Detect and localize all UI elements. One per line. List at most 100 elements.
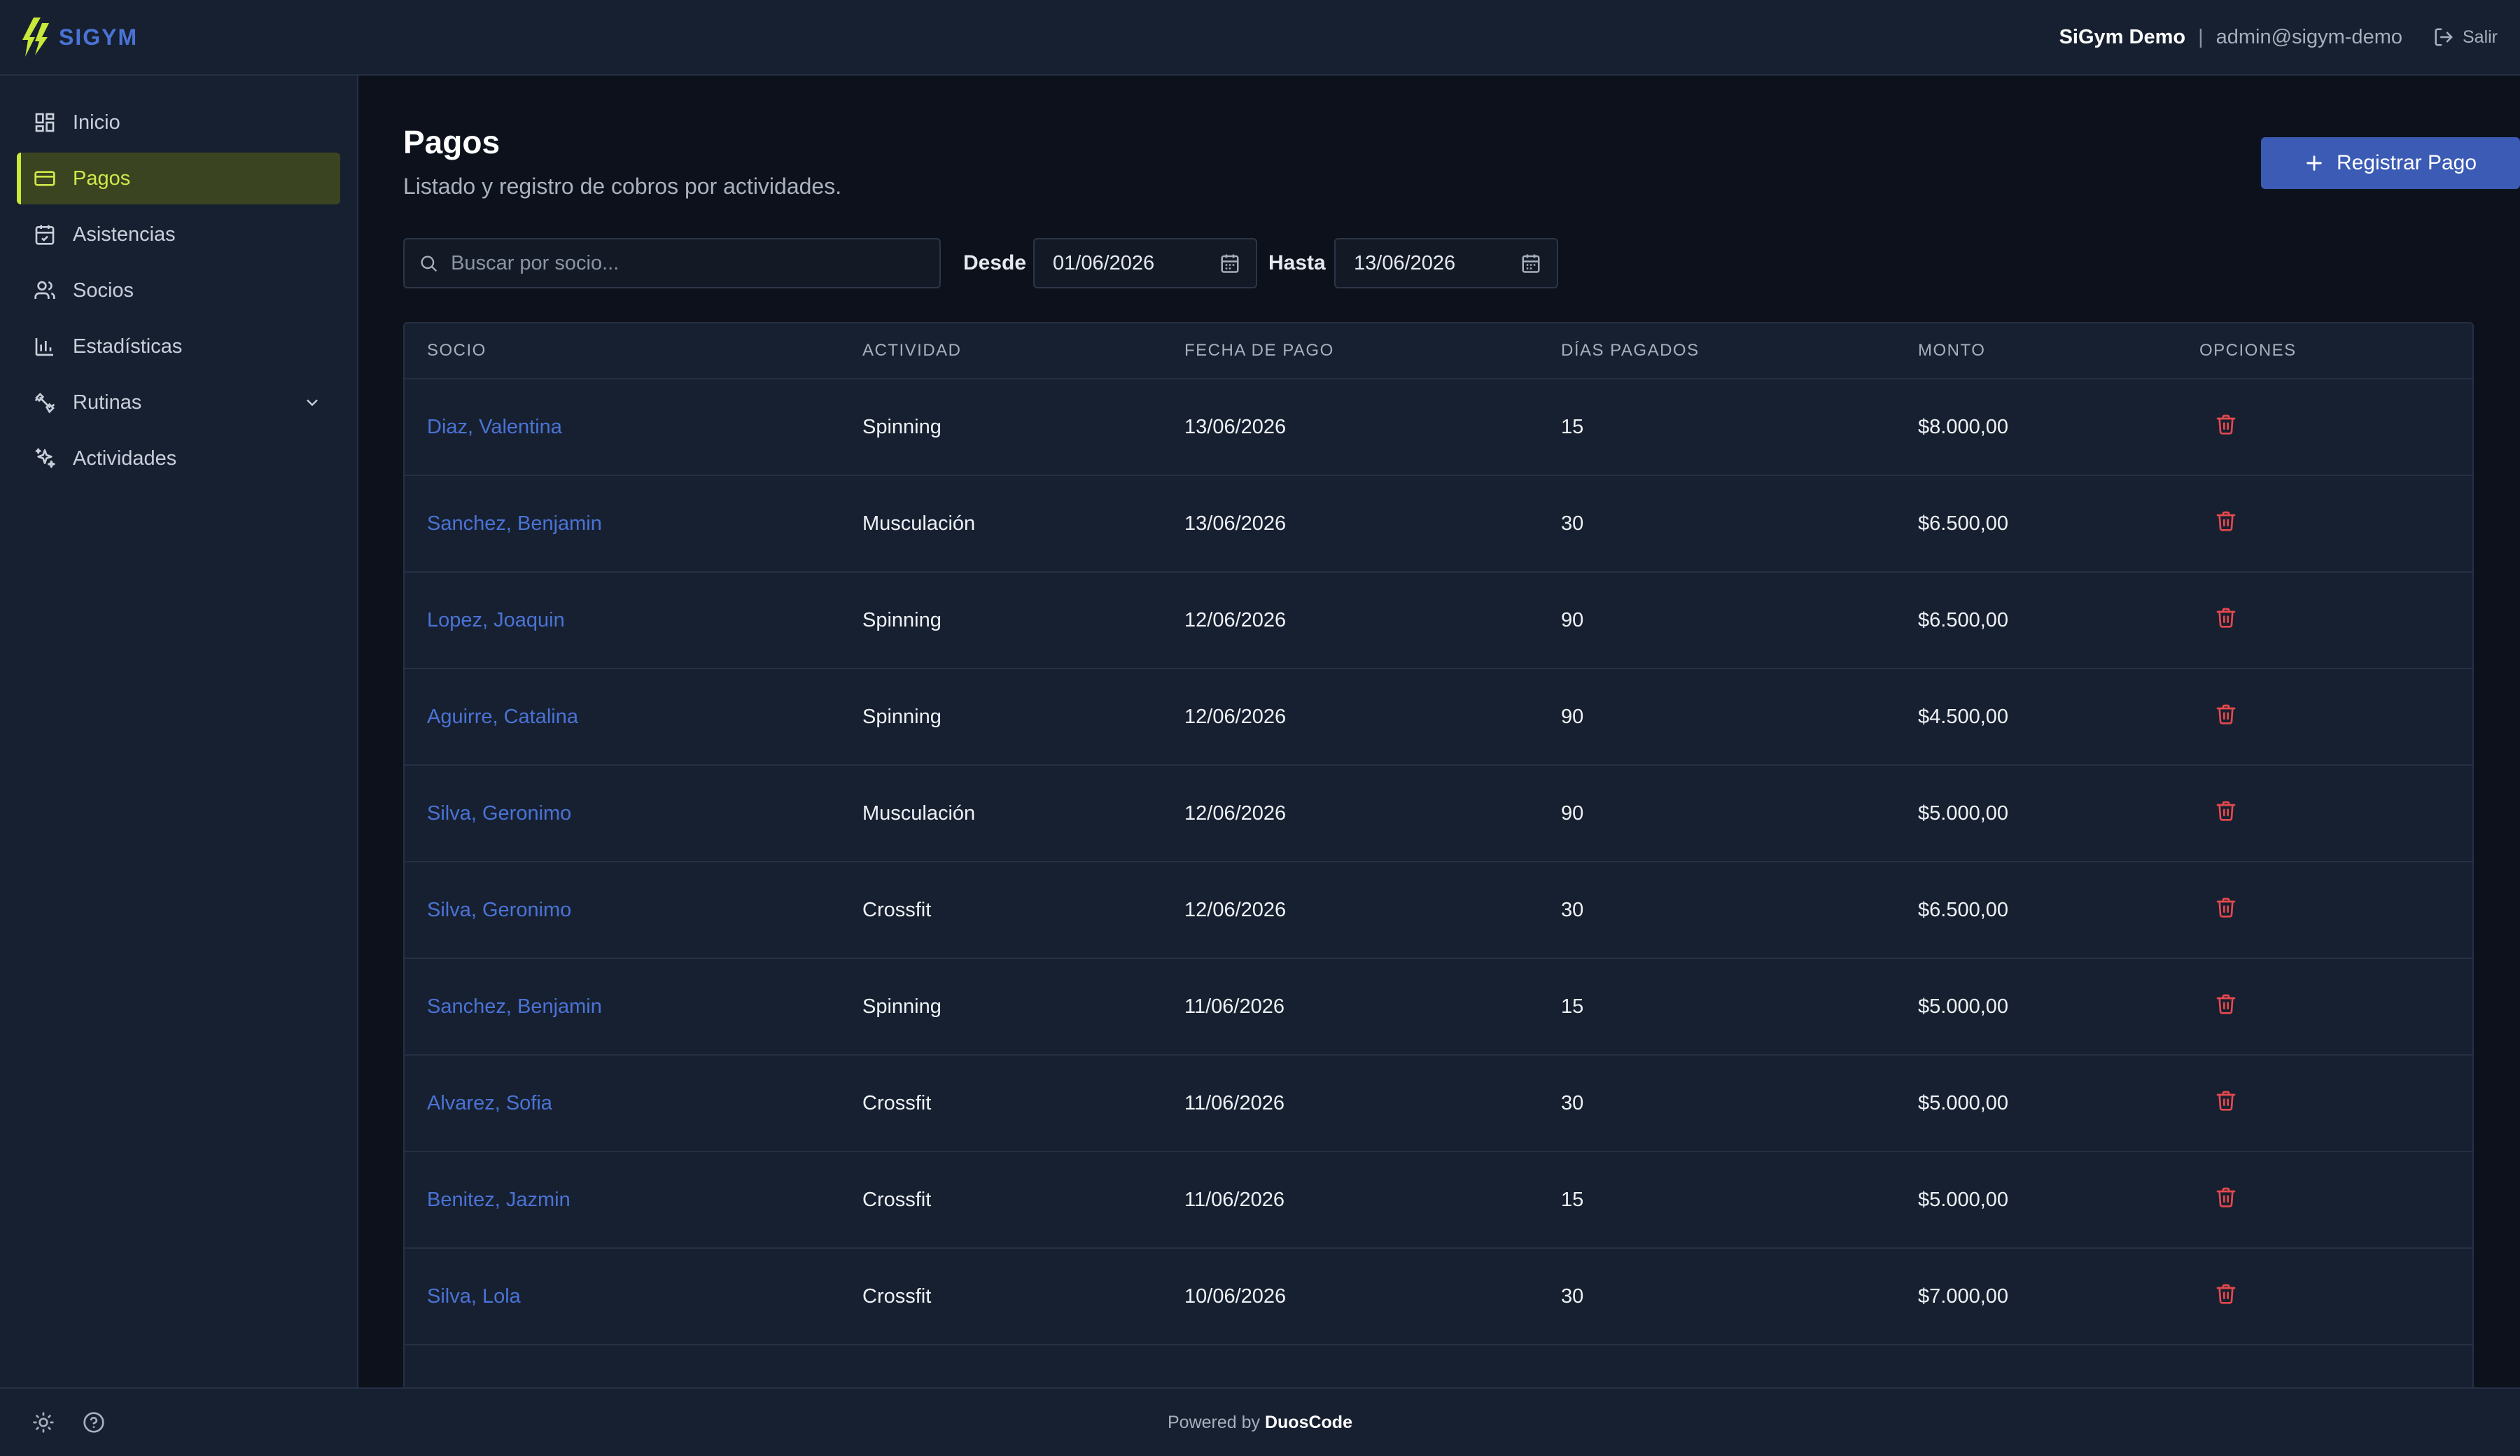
footer-actions [32, 1389, 105, 1456]
member-link[interactable]: Silva, Geronimo [427, 802, 571, 825]
sidebar-item-label: Estadísticas [73, 335, 183, 358]
sidebar-item-actividades[interactable]: Actividades [17, 433, 340, 484]
calendar-icon[interactable] [1219, 253, 1240, 274]
page-subtitle: Listado y registro de cobros por activid… [403, 174, 842, 199]
options-cell [2199, 510, 2409, 538]
sidebar-item-pagos[interactable]: Pagos [17, 153, 340, 204]
user-email: admin@sigym-demo [2216, 25, 2402, 48]
lightning-icon [22, 18, 49, 57]
sidebar-item-label: Actividades [73, 447, 177, 470]
trash-icon[interactable] [2215, 1186, 2237, 1208]
activity-cell: Crossfit [862, 898, 932, 921]
trash-icon[interactable] [2215, 1089, 2237, 1112]
table-row: Alvarez, Sofia Crossfit 11/06/2026 30 $5.000… [405, 1056, 2472, 1152]
member-link[interactable]: Sanchez, Benjamin [427, 995, 602, 1018]
days-paid-cell: 90 [1561, 705, 1584, 728]
trash-icon[interactable] [2215, 703, 2237, 725]
org-name: SiGym Demo [2059, 25, 2186, 48]
payment-date-cell: 12/06/2026 [1184, 705, 1287, 728]
chevron-down-icon[interactable] [302, 393, 322, 412]
table-row: Diaz, Valentina Spinning 13/06/2026 15 $8.00… [405, 379, 2472, 476]
activity-cell: Musculación [862, 802, 976, 825]
table-row: Lopez, Joaquin Spinning 12/06/2026 90 $6.500… [405, 573, 2472, 669]
table-row: Sanchez, Benjamin Spinning 11/06/2026 15 $5.… [405, 959, 2472, 1056]
member-link[interactable]: Benitez, Jazmin [427, 1189, 570, 1211]
trash-icon[interactable] [2215, 413, 2237, 435]
column-header-dias: Días pagados [1561, 341, 1700, 360]
logout-icon [2435, 28, 2453, 46]
member-link[interactable]: Silva, Geronimo [427, 899, 571, 921]
trash-icon[interactable] [2215, 606, 2237, 629]
member-link[interactable]: Lopez, Joaquin [427, 609, 565, 631]
trash-icon[interactable] [2215, 1282, 2237, 1305]
sidebar-item-inicio[interactable]: Inicio [17, 97, 340, 148]
amount-cell: $5.000,00 [1918, 1091, 2009, 1114]
powered-brand: DuosCode [1264, 1412, 1352, 1432]
options-cell [2199, 1186, 2409, 1214]
table-header: Socio Actividad Fecha de pago Días pagad… [405, 323, 2472, 379]
payment-date-cell: 13/06/2026 [1184, 512, 1287, 535]
sidebar-item-estadisticas[interactable]: Estadísticas [17, 321, 340, 372]
sidebar-item-label: Pagos [73, 167, 131, 190]
sidebar-item-rutinas[interactable]: Rutinas [17, 377, 340, 428]
trash-icon[interactable] [2215, 510, 2237, 532]
trash-icon[interactable] [2215, 896, 2237, 918]
table-row: Silva, Geronimo Crossfit 12/06/2026 30 $6.50… [405, 862, 2472, 959]
trash-icon[interactable] [2215, 993, 2237, 1015]
sidebar-item-label: Socios [73, 279, 134, 302]
payment-date-cell: 12/06/2026 [1184, 802, 1287, 825]
table-row: Silva, Lola Crossfit 10/06/2026 30 $7.000,00 [405, 1249, 2472, 1345]
to-date-input[interactable]: 13/06/2026 [1334, 238, 1558, 288]
plus-icon [2306, 155, 2322, 171]
from-date-value: 01/06/2026 [1053, 251, 1155, 274]
brand-logo[interactable]: SIGYM [21, 18, 138, 57]
amount-cell: $6.500,00 [1918, 512, 2009, 535]
column-header-socio: Socio [427, 341, 486, 360]
top-bar: SIGYM SiGym Demo | admin@sigym-demo Sali… [0, 0, 2520, 76]
register-payment-button[interactable]: Registrar Pago [2261, 137, 2520, 189]
activity-cell: Spinning [862, 995, 941, 1018]
users-icon [34, 281, 55, 299]
table-body: Diaz, Valentina Spinning 13/06/2026 15 $8.00… [405, 379, 2472, 1345]
days-paid-cell: 15 [1561, 415, 1584, 438]
to-date-value: 13/06/2026 [1354, 251, 1456, 274]
sun-icon[interactable] [32, 1411, 55, 1434]
payment-date-cell: 11/06/2026 [1184, 995, 1284, 1018]
payments-table: Socio Actividad Fecha de pago Días pagad… [403, 322, 2474, 1387]
credit-card-icon [34, 171, 55, 186]
member-link[interactable]: Sanchez, Benjamin [427, 512, 602, 535]
activity-cell: Spinning [862, 608, 941, 631]
member-link[interactable]: Alvarez, Sofia [427, 1092, 552, 1114]
amount-cell: $6.500,00 [1918, 608, 2009, 631]
payment-date-cell: 11/06/2026 [1184, 1188, 1284, 1211]
payment-date-cell: 10/06/2026 [1184, 1284, 1287, 1308]
bar-chart-icon [35, 338, 53, 356]
calendar-icon[interactable] [1520, 253, 1541, 274]
table-row: Aguirre, Catalina Spinning 12/06/2026 90 $4.… [405, 669, 2472, 766]
member-link[interactable]: Silva, Lola [427, 1285, 521, 1308]
sidebar-item-label: Inicio [73, 111, 120, 134]
logout-button[interactable]: Salir [2433, 27, 2498, 48]
trash-icon[interactable] [2215, 799, 2237, 822]
amount-cell: $8.000,00 [1918, 415, 2009, 438]
activity-cell: Crossfit [862, 1284, 932, 1308]
sidebar-item-asistencias[interactable]: Asistencias [17, 209, 340, 260]
sidebar-item-socios[interactable]: Socios [17, 265, 340, 316]
brand-name: SIGYM [59, 24, 139, 50]
dashboard-icon [35, 113, 55, 132]
search-box[interactable] [403, 238, 941, 288]
search-input[interactable] [451, 251, 925, 275]
powered-prefix: Powered by [1168, 1412, 1261, 1432]
from-date-input[interactable]: 01/06/2026 [1033, 238, 1257, 288]
column-header-fecha: Fecha de pago [1184, 341, 1334, 360]
days-paid-cell: 90 [1561, 608, 1584, 631]
payment-date-cell: 12/06/2026 [1184, 608, 1287, 631]
options-cell [2199, 896, 2409, 924]
member-link[interactable]: Diaz, Valentina [427, 416, 562, 438]
logout-label: Salir [2462, 27, 2498, 47]
days-paid-cell: 30 [1561, 1284, 1584, 1308]
help-icon[interactable] [83, 1411, 105, 1434]
amount-cell: $5.000,00 [1918, 1188, 2009, 1211]
member-link[interactable]: Aguirre, Catalina [427, 706, 578, 728]
payment-date-cell: 11/06/2026 [1184, 1091, 1284, 1114]
